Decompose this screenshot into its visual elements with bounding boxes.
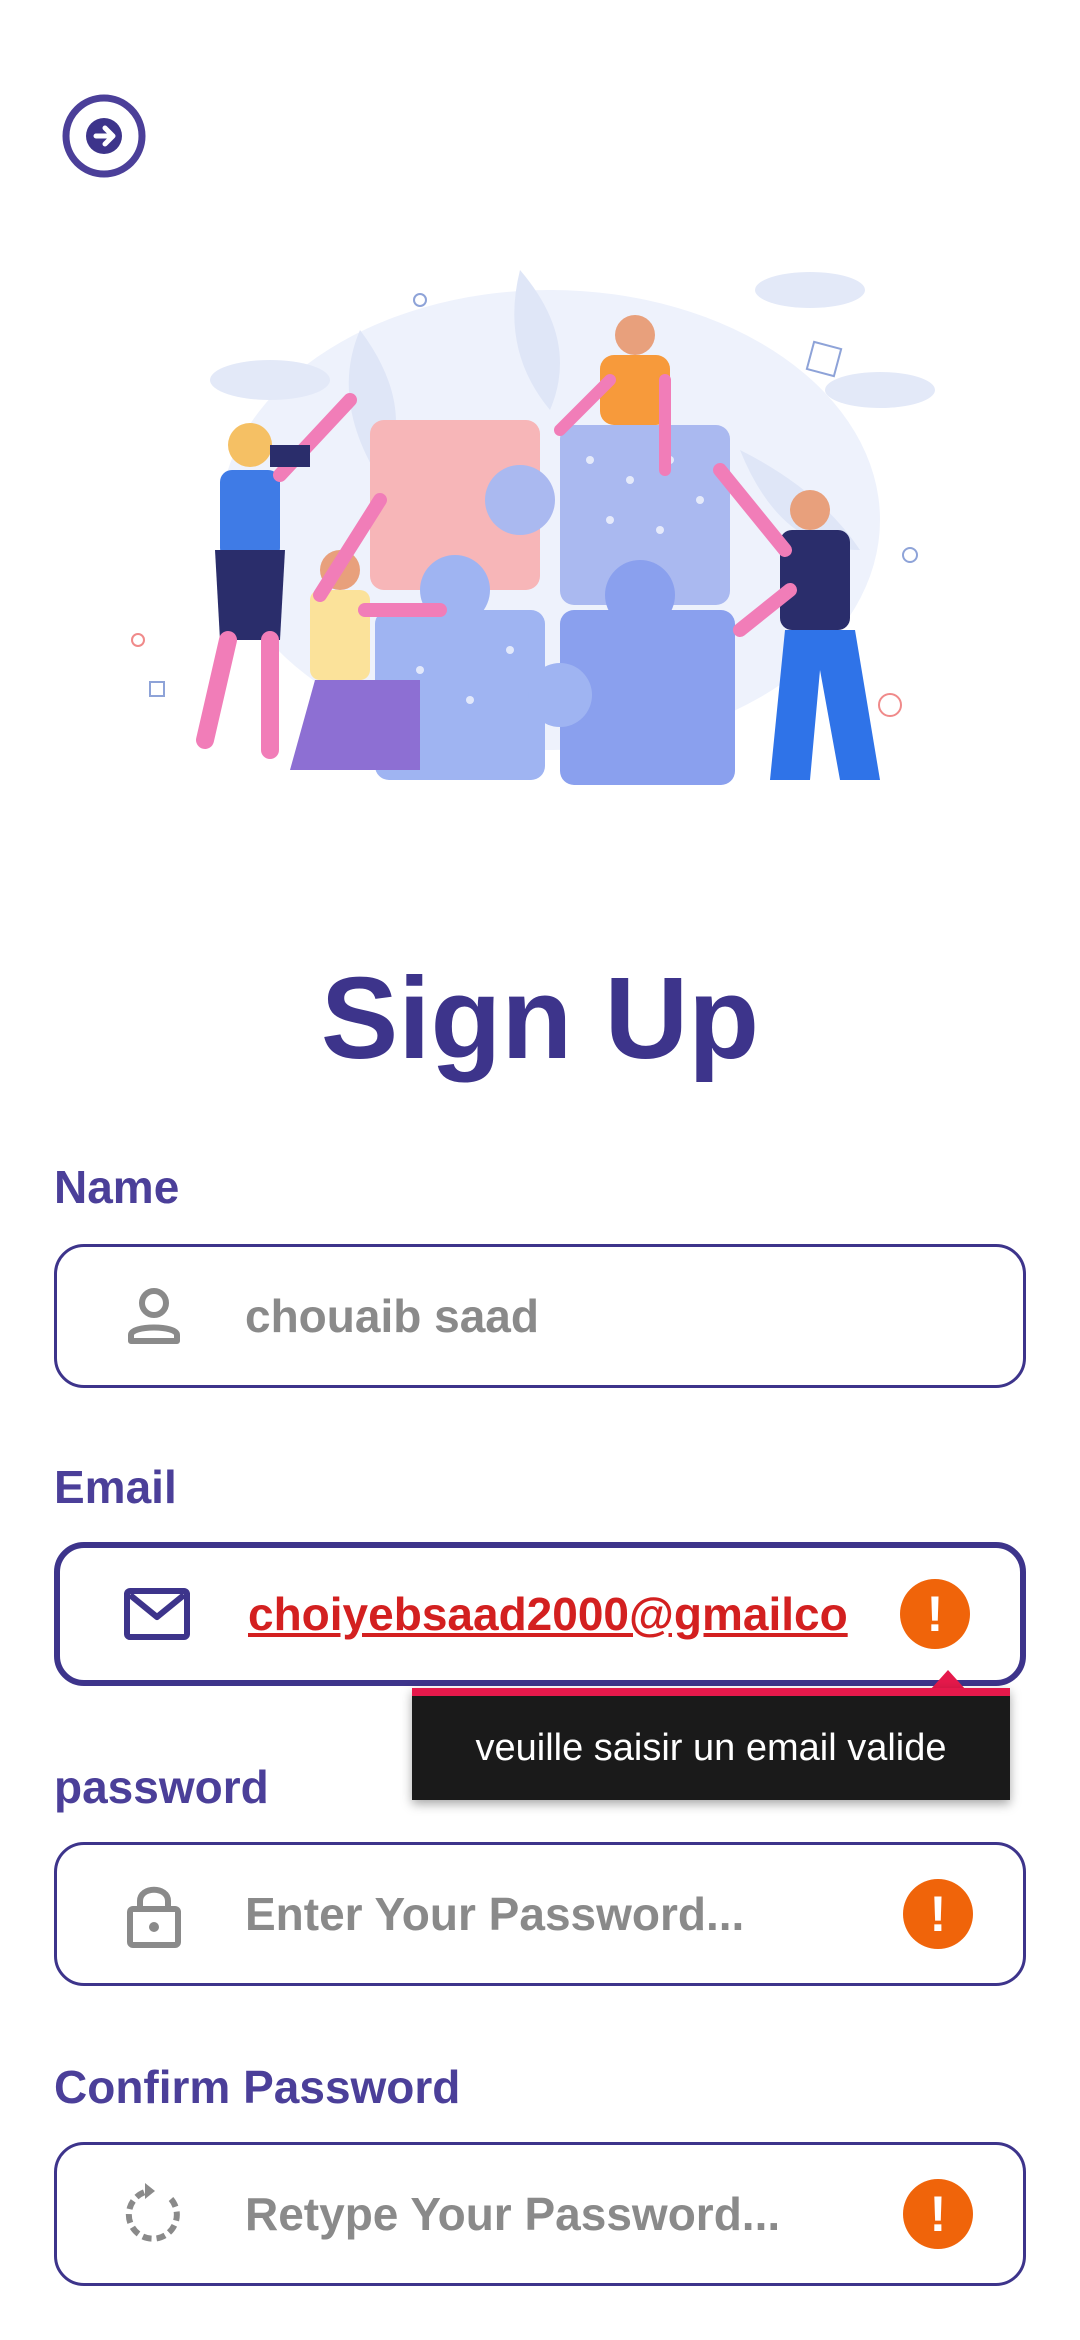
password-error-icon[interactable]: ! [903, 1879, 973, 1949]
password-field[interactable]: Enter Your Password... ! [54, 1842, 1026, 1986]
password-label: password [54, 1761, 269, 1813]
email-value[interactable]: choiyebsaad2000@gmailco [248, 1587, 848, 1641]
password-input[interactable]: Enter Your Password... [245, 1887, 744, 1941]
person-icon [128, 1288, 180, 1344]
name-value[interactable]: chouaib saad [245, 1289, 539, 1343]
confirm-password-field[interactable]: Retype Your Password... ! [54, 2142, 1026, 2286]
confirm-password-label: Confirm Password [54, 2061, 461, 2113]
hero-illustration [120, 250, 980, 830]
mail-icon [124, 1588, 190, 1640]
email-error-tooltip: veuille saisir un email valide [412, 1688, 1010, 1800]
tooltip-arrow [930, 1670, 966, 1690]
page-title: Sign Up [320, 953, 760, 1083]
refresh-icon [125, 2183, 180, 2242]
email-error-icon[interactable]: ! [900, 1579, 970, 1649]
confirm-password-error-icon[interactable]: ! [903, 2179, 973, 2249]
confirm-password-input[interactable]: Retype Your Password... [245, 2187, 780, 2241]
lock-icon [127, 1886, 181, 1948]
email-label: Email [54, 1461, 177, 1513]
arrow-right-circle-icon [62, 94, 146, 178]
name-field[interactable]: chouaib saad [54, 1244, 1026, 1388]
name-label: Name [54, 1161, 180, 1213]
email-field[interactable]: choiyebsaad2000@gmailco ! [54, 1542, 1026, 1686]
back-button[interactable] [60, 92, 148, 180]
